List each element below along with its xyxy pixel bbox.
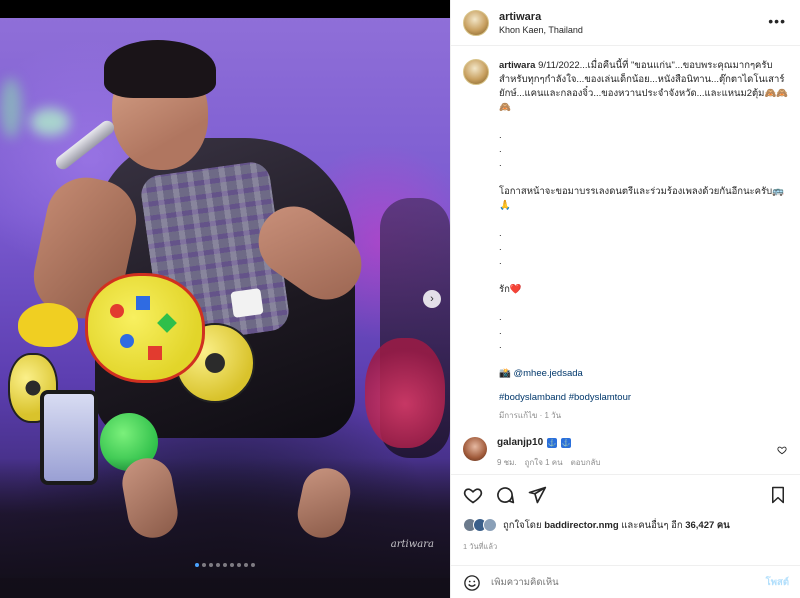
post-comment-button[interactable]: โพสต์ bbox=[766, 575, 789, 590]
caption-line: . bbox=[499, 340, 502, 351]
caption-line: สำหรับทุกๆกำลังใจ...ของเล่นเด็กน้อย...หน… bbox=[499, 74, 785, 85]
caption-line: โอกาสหน้าจะขอมาบรรเลงดนตรีและร่วมร้องเพล… bbox=[499, 186, 784, 197]
comment-icon[interactable] bbox=[495, 485, 515, 505]
post-time[interactable]: 1 วันที่แล้ว bbox=[463, 541, 789, 553]
next-arrow-icon[interactable]: › bbox=[423, 290, 441, 308]
caption-line: . bbox=[499, 158, 502, 169]
caption-line bbox=[499, 115, 789, 129]
more-options-icon[interactable]: ••• bbox=[768, 14, 786, 28]
caption-line: ยักษ์...แคนและกลองจิ๋ว...ของหวานประจำจัง… bbox=[499, 88, 789, 99]
carousel-dots bbox=[0, 563, 450, 567]
toy-shape bbox=[157, 313, 177, 333]
likes-prefix: ถูกใจโดย bbox=[503, 519, 542, 531]
post-location[interactable]: Khon Kaen, Thailand bbox=[499, 25, 583, 35]
caption-first-line: artiwara 9/11/2022...เมื่อคืนนี้ที่ "ขอน… bbox=[499, 59, 789, 73]
reply-button[interactable]: ตอบกลับ bbox=[571, 456, 601, 469]
comment-likes[interactable]: ถูกใจ 1 คน bbox=[525, 456, 563, 469]
comment-body: galanjp10 ⚓ ⚓ 9 ชม. ถูกใจ 1 คน ตอบกลับ bbox=[497, 437, 601, 469]
caption-edited-meta: มีการแก้ไข · 1 วัน bbox=[499, 411, 562, 420]
anchor-icon: ⚓ bbox=[547, 437, 558, 448]
caption-line: . bbox=[499, 326, 502, 337]
toy-duck bbox=[18, 303, 78, 347]
audience-phone bbox=[40, 390, 98, 485]
post-panel: artiwara Khon Kaen, Thailand ••• artiwar… bbox=[450, 0, 800, 598]
toy-shape bbox=[120, 334, 134, 348]
camera-icon: 📸 bbox=[499, 368, 511, 379]
caption-avatar[interactable] bbox=[463, 59, 489, 85]
caption-line: 🙏 bbox=[499, 200, 511, 211]
like-comment-icon[interactable] bbox=[777, 445, 787, 455]
caption-username[interactable]: artiwara bbox=[499, 60, 535, 71]
author-username[interactable]: artiwara bbox=[499, 11, 583, 23]
header-text: artiwara Khon Kaen, Thailand bbox=[499, 11, 583, 35]
caption: artiwara 9/11/2022...เมื่อคืนนี้ที่ "ขอน… bbox=[463, 59, 789, 423]
caption-line: 9/11/2022...เมื่อคืนนี้ที่ "ขอนแก่น"...ข… bbox=[538, 60, 773, 71]
comment-meta: 9 ชม. ถูกใจ 1 คน ตอบกลับ bbox=[497, 456, 601, 469]
caption-line: . bbox=[499, 144, 502, 155]
anchor-icon: ⚓ bbox=[561, 437, 572, 448]
caption-text: artiwara 9/11/2022...เมื่อคืนนี้ที่ "ขอน… bbox=[499, 59, 789, 367]
background-guitar bbox=[365, 338, 445, 448]
toy-shape bbox=[136, 296, 150, 310]
carousel-dot bbox=[195, 563, 199, 567]
caption-mention-line: 📸 @mhee.jedsada bbox=[499, 367, 789, 381]
comment-input[interactable] bbox=[491, 577, 766, 588]
comment-item: galanjp10 ⚓ ⚓ 9 ชม. ถูกใจ 1 คน ตอบกลับ bbox=[463, 437, 789, 469]
caption-line: . bbox=[499, 256, 502, 267]
toy-shape bbox=[148, 346, 162, 360]
caption-line bbox=[499, 171, 789, 185]
post-photo: artiwara bbox=[0, 18, 450, 598]
caption-line: 🙈 bbox=[499, 102, 511, 113]
caption-line: . bbox=[499, 312, 502, 323]
emoji-icon[interactable] bbox=[463, 574, 481, 592]
caption-body: artiwara 9/11/2022...เมื่อคืนนี้ที่ "ขอน… bbox=[499, 59, 789, 423]
caption-line bbox=[499, 353, 789, 367]
commenter-username[interactable]: galanjp10 bbox=[497, 437, 543, 448]
carousel-dot bbox=[251, 563, 255, 567]
save-icon[interactable] bbox=[769, 486, 787, 504]
singer-hair bbox=[104, 40, 216, 98]
likes-summary: ถูกใจโดย baddirector.nmg และคนอื่นๆ อีก … bbox=[463, 515, 789, 535]
stage-light bbox=[30, 108, 70, 136]
carousel-dot bbox=[209, 563, 213, 567]
add-comment-bar: โพสต์ bbox=[451, 565, 800, 598]
toy-bag bbox=[85, 273, 205, 383]
caption-line: รัก❤️ bbox=[499, 284, 522, 295]
likes-count[interactable]: 36,427 คน bbox=[685, 518, 730, 533]
share-icon[interactable] bbox=[527, 485, 547, 505]
caption-line: . bbox=[499, 242, 502, 253]
commenter-avatar[interactable] bbox=[463, 437, 487, 461]
comment-time[interactable]: 9 ชม. bbox=[497, 456, 517, 469]
post-header: artiwara Khon Kaen, Thailand ••• bbox=[451, 0, 800, 46]
caption-hashtag-line: #bodyslamband #bodyslamtour bbox=[499, 391, 789, 405]
stage-light bbox=[0, 78, 22, 138]
carousel-dot bbox=[216, 563, 220, 567]
carousel-dot bbox=[223, 563, 227, 567]
like-icon[interactable] bbox=[463, 485, 483, 505]
likes-user[interactable]: baddirector.nmg bbox=[544, 520, 618, 531]
caption-line: . bbox=[499, 130, 502, 141]
carousel-dot bbox=[244, 563, 248, 567]
comments-section[interactable]: artiwara 9/11/2022...เมื่อคืนนี้ที่ "ขอน… bbox=[451, 47, 800, 472]
author-avatar[interactable] bbox=[463, 9, 489, 36]
caption-line: . bbox=[499, 228, 502, 239]
photographer-signature: artiwara bbox=[390, 539, 434, 550]
hashtag-links[interactable]: #bodyslamband #bodyslamtour bbox=[499, 392, 631, 403]
liker-avatar[interactable] bbox=[483, 518, 497, 532]
mention-link[interactable]: @mhee.jedsada bbox=[513, 368, 582, 379]
likes-suffix: และคนอื่นๆ อีก bbox=[621, 519, 683, 531]
action-bar bbox=[463, 475, 789, 515]
liker-avatars bbox=[463, 518, 497, 532]
caption-line bbox=[499, 297, 789, 311]
post-media[interactable]: artiwara › bbox=[0, 0, 450, 598]
wristband bbox=[230, 288, 264, 318]
toy-shape bbox=[110, 304, 124, 318]
caption-line bbox=[499, 213, 789, 227]
comment-text: galanjp10 ⚓ ⚓ bbox=[497, 437, 601, 448]
carousel-dot bbox=[202, 563, 206, 567]
carousel-dot bbox=[230, 563, 234, 567]
post-actions: ถูกใจโดย baddirector.nmg และคนอื่นๆ อีก … bbox=[451, 474, 800, 598]
caption-line bbox=[499, 269, 789, 283]
carousel-dot bbox=[237, 563, 241, 567]
